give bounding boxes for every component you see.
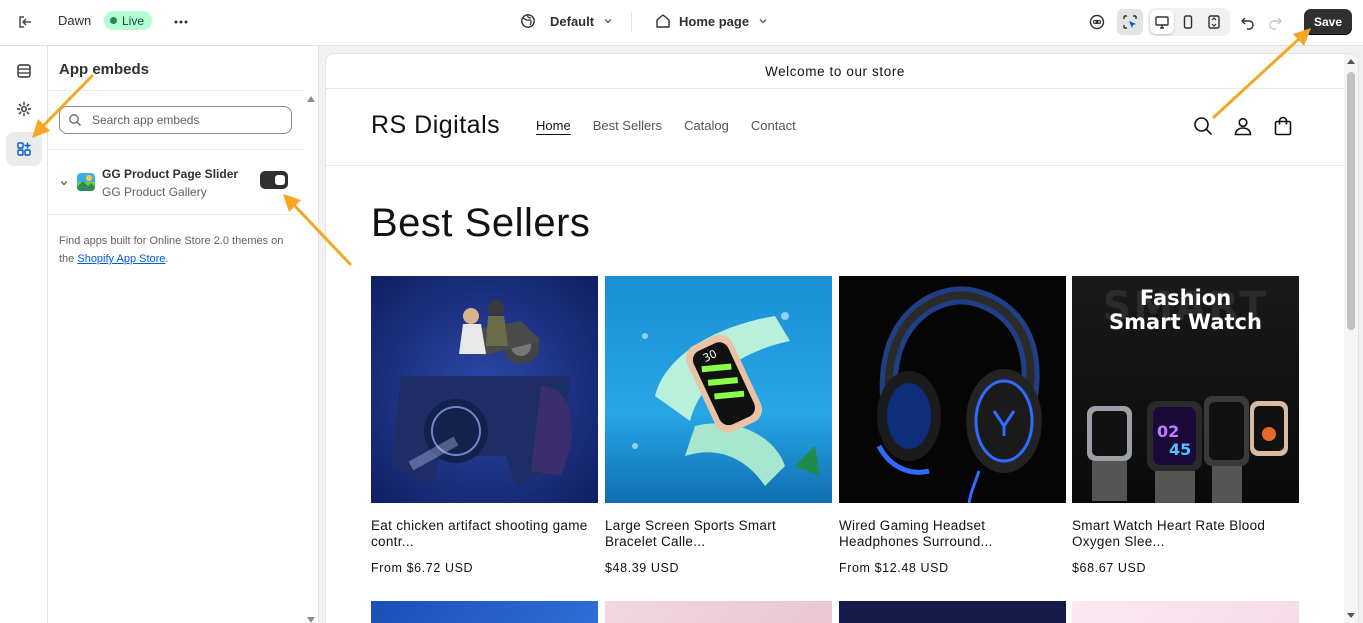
product-title[interactable]: Wired Gaming Headset Headphones Surround… [839, 518, 1066, 550]
watch-time-icon: 02 45 [1157, 421, 1197, 466]
scroll-down-icon[interactable] [307, 617, 315, 623]
divider [48, 149, 304, 150]
nav-link-catalog[interactable]: Catalog [684, 118, 729, 133]
scroll-down-icon[interactable] [1347, 613, 1355, 618]
editor-topbar: Dawn Live Default Home page Save [0, 0, 1363, 46]
home-icon [656, 14, 670, 28]
product-price: From $6.72 USD [371, 561, 474, 575]
nav-link-best-sellers[interactable]: Best Sellers [593, 118, 662, 133]
shopify-app-store-link[interactable]: Shopify App Store [77, 253, 165, 265]
chevron-down-icon [604, 19, 612, 24]
editor-left-rail [0, 46, 48, 623]
app-embed-item[interactable]: GG Product Page Slider GG Product Galler… [48, 159, 304, 215]
search-icon[interactable] [1192, 115, 1214, 137]
scroll-up-icon[interactable] [1347, 59, 1355, 64]
product-image-overlay: Fashion Smart Watch [1072, 286, 1299, 334]
page-selector[interactable]: Home page [654, 12, 769, 30]
live-dot-icon [110, 17, 117, 24]
scroll-up-icon[interactable] [307, 96, 315, 102]
panel-scrollbar[interactable] [306, 96, 316, 623]
desktop-icon[interactable] [1150, 10, 1174, 34]
nav-link-contact[interactable]: Contact [751, 118, 796, 133]
svg-text:02: 02 [1157, 422, 1179, 441]
more-actions-icon[interactable] [172, 12, 192, 32]
undo-icon[interactable] [1235, 9, 1261, 35]
chevron-down-icon[interactable] [59, 178, 69, 188]
mobile-icon[interactable] [1176, 10, 1200, 34]
store-nav: Home Best Sellers Catalog Contact [536, 118, 796, 133]
product-card[interactable]: 30 Large Screen Sports Smart Bracelet Ca… [605, 276, 832, 575]
preview-scrollbar[interactable] [1344, 54, 1358, 623]
help-text-suffix: . [165, 253, 169, 265]
search-icon [69, 114, 81, 126]
app-logo-icon [77, 173, 95, 191]
smart-watches-image[interactable]: SMART Fashion Smart Watch 02 45 [1072, 276, 1299, 503]
theme-settings-gear-icon[interactable] [6, 92, 42, 126]
svg-text:45: 45 [1169, 440, 1191, 459]
product-title[interactable]: Large Screen Sports Smart Bracelet Calle… [605, 518, 832, 550]
preset-selector[interactable]: Default [519, 12, 614, 30]
product-price: $48.39 USD [605, 561, 680, 575]
topbar-divider [631, 12, 632, 32]
theme-name: Dawn [58, 13, 92, 28]
exit-icon[interactable] [16, 12, 36, 32]
product-card[interactable]: SMART Fashion Smart Watch 02 45 Smart Wat… [1072, 276, 1299, 575]
product-image-partial[interactable] [1072, 601, 1299, 623]
smart-bracelet-image[interactable]: 30 [605, 276, 832, 503]
sections-icon[interactable] [6, 54, 42, 88]
app-embed-name: GG Product Page Slider [102, 167, 239, 181]
save-button[interactable]: Save [1304, 9, 1352, 35]
gaming-headset-image[interactable] [839, 276, 1066, 503]
page-label: Home page [679, 13, 750, 29]
divider [48, 214, 304, 215]
status-badge-label: Live [122, 13, 145, 28]
sidekick-icon[interactable] [1084, 9, 1110, 35]
product-card[interactable]: Wired Gaming Headset Headphones Surround… [839, 276, 1066, 575]
app-embeds-icon[interactable] [6, 132, 42, 166]
store-preview-frame: Welcome to our store RS Digitals Home Be… [326, 54, 1358, 623]
search-input[interactable]: Search app embeds [59, 106, 292, 134]
chevron-down-icon [759, 19, 767, 24]
inspector-icon[interactable] [1117, 9, 1143, 35]
product-card[interactable]: Eat chicken artifact shooting game contr… [371, 276, 598, 575]
gamepad-controller-image[interactable] [371, 276, 598, 503]
account-icon[interactable] [1232, 115, 1254, 137]
product-image-partial[interactable] [605, 601, 832, 623]
announcement-bar: Welcome to our store [326, 54, 1344, 89]
product-price: From $12.48 USD [839, 561, 949, 575]
overlay-line-2: Smart Watch [1109, 310, 1262, 334]
fullscreen-icon[interactable] [1202, 10, 1226, 34]
app-embeds-panel: App embeds Search app embeds GG Product … [48, 46, 319, 623]
toggle-knob [275, 175, 285, 185]
product-image-partial[interactable] [839, 601, 1066, 623]
app-store-help-text: Find apps built for Online Store 2.0 the… [59, 232, 294, 268]
divider [48, 90, 304, 91]
product-title[interactable]: Eat chicken artifact shooting game contr… [371, 518, 598, 550]
overlay-line-1: Fashion [1139, 286, 1232, 310]
store-header: RS Digitals Home Best Sellers Catalog Co… [326, 89, 1344, 166]
app-embed-app-name: GG Product Gallery [102, 185, 207, 199]
scrollbar-thumb[interactable] [1347, 72, 1355, 330]
product-image-partial[interactable] [371, 601, 598, 623]
app-embed-toggle[interactable] [260, 171, 288, 189]
section-title: Best Sellers [371, 201, 591, 245]
store-logo[interactable]: RS Digitals [371, 111, 500, 140]
globe-icon [521, 14, 535, 28]
product-title[interactable]: Smart Watch Heart Rate Blood Oxygen Slee… [1072, 518, 1299, 550]
nav-link-home[interactable]: Home [536, 118, 571, 133]
redo-icon[interactable] [1262, 9, 1288, 35]
cart-icon[interactable] [1272, 115, 1294, 137]
status-badge: Live [104, 11, 153, 30]
preset-label: Default [550, 13, 595, 29]
product-price: $68.67 USD [1072, 561, 1147, 575]
panel-title: App embeds [59, 61, 150, 78]
search-placeholder: Search app embeds [92, 113, 200, 127]
